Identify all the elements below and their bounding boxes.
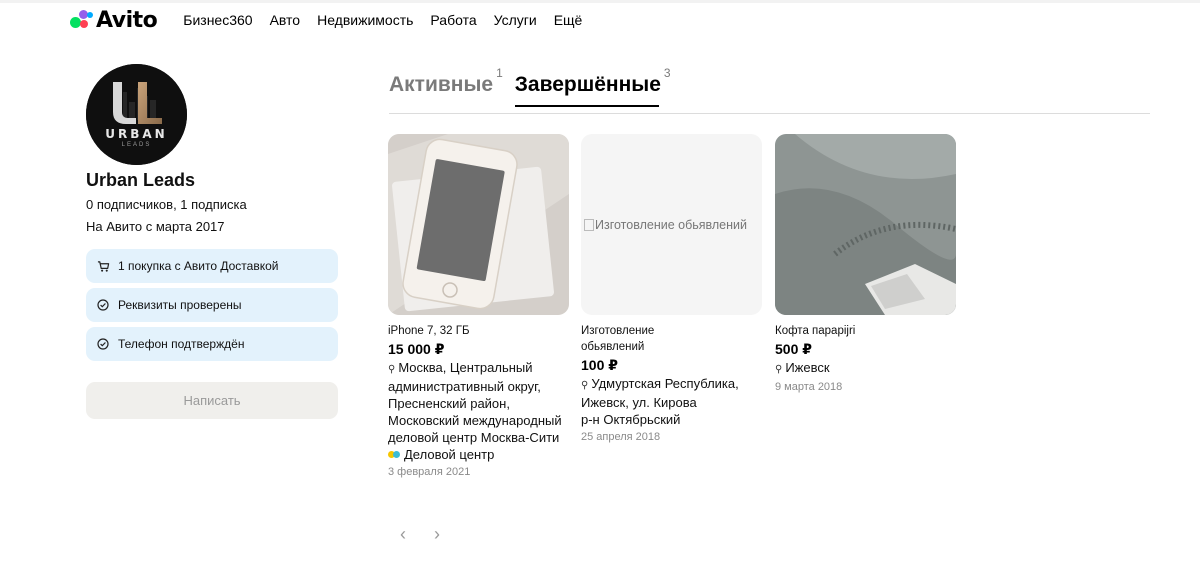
badge-requisites-label: Реквизиты проверены [118,298,242,312]
urban-leads-logo [86,64,187,165]
tab-completed-listings[interactable]: Завершённые 3 [514,66,671,107]
tab-active-listings[interactable]: Активные 1 [389,66,503,107]
listing-price: 15 000 ₽ [388,341,445,357]
listing-address-text: Ижевск [785,360,830,375]
nav-item-auto[interactable]: Авто [270,12,301,28]
location-pin-icon: ⚲ [581,380,589,391]
profile-since: На Авито с марта 2017 [86,219,225,234]
broken-image-icon [584,218,594,231]
image-alt-text: Изготовление обьявлений [595,217,747,232]
listing-address: ⚲ Удмуртская Республика, Ижевск, ул. Киро… [581,375,741,411]
nav-item-services[interactable]: Услуги [494,12,537,28]
main-nav: Бизнес360 Авто Недвижимость Работа Услуг… [183,12,582,28]
listing-card[interactable]: iPhone 7, 32 ГБ 15 000 ₽ ⚲ Москва, Центра… [388,134,569,480]
profile-subscriptions[interactable]: 0 подписчиков, 1 подписка [86,197,247,212]
listing-date: 25 апреля 2018 [581,431,661,443]
avito-logo-icon [70,9,94,31]
metro-station: Деловой центр [404,447,495,462]
next-page-button[interactable]: › [434,524,440,545]
listing-tabs: Активные 1 Завершённые 3 [389,66,671,107]
tabs-divider [389,113,1150,114]
profile-name[interactable]: Urban Leads [86,170,195,191]
check-circle-icon [96,337,110,351]
badge-phone-label: Телефон подтверждён [118,337,245,351]
sweater-photo-icon [775,134,956,315]
location-pin-icon: ⚲ [775,364,783,375]
badge-phone: Телефон подтверждён [86,327,338,361]
badge-delivery: 1 покупка с Авито Доставкой [86,249,338,283]
badge-requisites: Реквизиты проверены [86,288,338,322]
listing-photo-broken[interactable]: Изготовление обьявлений [581,134,762,315]
pagination: ‹ › [400,524,440,545]
listing-address-text: Москва, Центральный административный окр… [388,360,562,445]
write-message-button[interactable]: Написать [86,382,338,419]
listing-date: 9 марта 2018 [775,381,843,393]
listing-price: 100 ₽ [581,357,618,373]
listing-address: ⚲ Ижевск [775,359,956,378]
avatar-text-urban: URBAN [105,127,168,141]
listing-district: р-н Октябрьский [581,412,681,427]
nav-item-more[interactable]: Ещё [554,12,583,28]
tab-active-count: 1 [496,66,503,80]
listing-title[interactable]: iPhone 7, 32 ГБ [388,323,569,339]
listing-title[interactable]: Кофта парарijri [775,323,956,339]
listing-date: 3 февраля 2021 [388,466,471,478]
listing-metro: Деловой центр [388,446,569,463]
avito-logo-text: Avito [96,7,158,33]
badge-delivery-label: 1 покупка с Авито Доставкой [118,259,279,273]
listing-card[interactable]: Кофта парарijri 500 ₽ ⚲ Ижевск 9 марта 20… [775,134,956,395]
listing-price: 500 ₽ [775,341,812,357]
nav-item-realty[interactable]: Недвижимость [317,12,413,28]
listing-address-text: Удмуртская Республика, Ижевск, ул. Киров… [581,376,739,410]
location-pin-icon: ⚲ [388,364,396,375]
tab-completed-label: Завершённые [514,73,661,96]
top-border [0,0,1200,3]
avito-logo[interactable]: Avito [70,7,158,33]
check-circle-icon [96,298,110,312]
listing-card[interactable]: Изготовление обьявлений Изготовление обь… [581,134,762,445]
header: Avito Бизнес360 Авто Недвижимость Работа… [70,4,582,36]
tab-completed-count: 3 [663,66,671,80]
avatar[interactable]: URBAN LEADS [86,64,187,165]
avatar-text-leads: LEADS [121,142,152,148]
nav-item-jobs[interactable]: Работа [430,12,476,28]
metro-line-icon [388,451,400,458]
cart-icon [96,259,110,273]
nav-item-business360[interactable]: Бизнес360 [183,12,252,28]
iphone-photo-icon [388,134,569,315]
prev-page-button[interactable]: ‹ [400,524,406,545]
listing-title[interactable]: Изготовление обьявлений [581,323,691,355]
listing-address: ⚲ Москва, Центральный административный ок… [388,359,569,446]
listing-photo-sweater[interactable] [775,134,956,315]
tab-active-label: Активные [389,73,494,96]
listing-photo-iphone[interactable] [388,134,569,315]
